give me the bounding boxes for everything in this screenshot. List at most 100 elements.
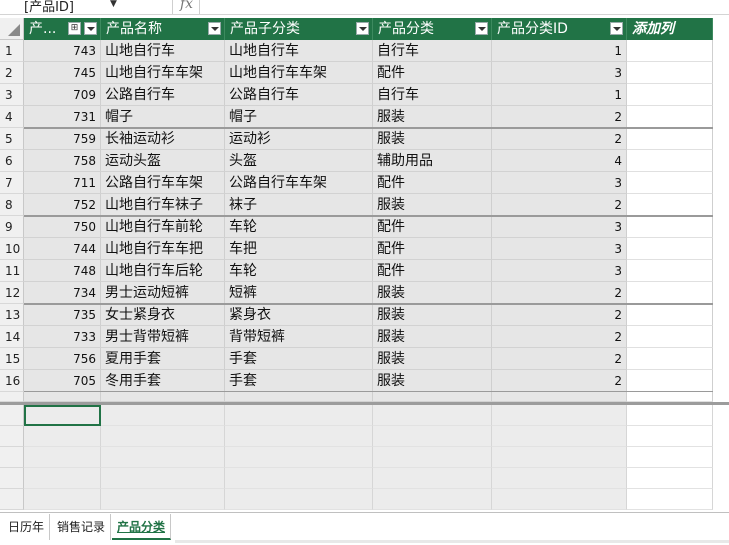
cell-product-name[interactable]: 山地自行车 [101,40,225,62]
row-number[interactable]: 13 [0,304,24,326]
row-number[interactable]: 12 [0,282,24,304]
calc-area-cell[interactable] [492,447,627,468]
cell-product-name[interactable]: 男士运动短裤 [101,282,225,304]
cell-product-category-id[interactable]: 3 [492,62,627,84]
cell-product-subcategory[interactable]: 手套 [225,370,373,392]
cell-product-category-id[interactable]: 2 [492,128,627,150]
cell-product-name[interactable]: 山地自行车车把 [101,238,225,260]
calc-area-cell[interactable] [24,426,101,447]
cell-product-category-id[interactable]: 2 [492,348,627,370]
calc-area-cell[interactable] [492,489,627,510]
calc-area-cell[interactable] [492,405,627,426]
cell-product-subcategory[interactable]: 短裤 [225,282,373,304]
row-number[interactable]: 3 [0,84,24,106]
cell-product-name[interactable]: 山地自行车前轮 [101,216,225,238]
cell-product-category-id[interactable]: 2 [492,304,627,326]
cell-add-column[interactable] [627,150,713,172]
calc-area-cell[interactable] [24,489,101,510]
row-number[interactable]: 6 [0,150,24,172]
cell-product-subcategory[interactable]: 车把 [225,238,373,260]
cell-product-category[interactable]: 辅助用品 [373,150,492,172]
add-column-header[interactable]: 添加列 [627,18,713,40]
cell-add-column[interactable] [627,84,713,106]
row-number[interactable]: 4 [0,106,24,128]
calc-area-cell[interactable] [101,468,225,489]
cell-product-category[interactable]: 配件 [373,172,492,194]
row-number[interactable]: 10 [0,238,24,260]
cell-product-category-id[interactable]: 4 [492,150,627,172]
row-number[interactable]: 16 [0,370,24,392]
cell-product-category-id[interactable]: 2 [492,106,627,128]
cell-product-id[interactable]: 756 [24,348,101,370]
cell-product-subcategory[interactable]: 袜子 [225,194,373,216]
cell-add-column[interactable] [627,260,713,282]
cell-product-category[interactable]: 配件 [373,260,492,282]
cell-product-id[interactable]: 745 [24,62,101,84]
row-number[interactable]: 5 [0,128,24,150]
cell-product-id[interactable]: 750 [24,216,101,238]
row-number[interactable]: 14 [0,326,24,348]
calc-area-cell[interactable] [101,426,225,447]
tab-sales-records[interactable]: 销售记录 [52,514,112,540]
calc-area-cell[interactable] [225,468,373,489]
cell-product-subcategory[interactable]: 背带短裤 [225,326,373,348]
cell-product-id[interactable]: 759 [24,128,101,150]
cell-add-column[interactable] [627,348,713,370]
cell-product-name[interactable]: 公路自行车车架 [101,172,225,194]
cell-product-name[interactable]: 山地自行车后轮 [101,260,225,282]
cell-product-name[interactable]: 山地自行车车架 [101,62,225,84]
cell-product-id[interactable]: 733 [24,326,101,348]
cell-product-id[interactable]: 758 [24,150,101,172]
cell-product-name[interactable]: 女士紧身衣 [101,304,225,326]
filter-dropdown-icon[interactable] [208,22,221,35]
cell-product-category-id[interactable]: 2 [492,282,627,304]
row-number[interactable]: 9 [0,216,24,238]
column-header-product-category-id[interactable]: 产品分类ID [492,18,627,40]
cell-add-column[interactable] [627,216,713,238]
cell-product-category[interactable]: 配件 [373,216,492,238]
row-number[interactable]: 2 [0,62,24,84]
calc-area-cell[interactable] [373,447,492,468]
cell-product-category-id[interactable]: 1 [492,40,627,62]
calc-area-cell[interactable] [225,405,373,426]
cell-product-id[interactable]: 744 [24,238,101,260]
cell-product-name[interactable]: 公路自行车 [101,84,225,106]
cell-product-subcategory[interactable]: 帽子 [225,106,373,128]
cell-product-name[interactable]: 冬用手套 [101,370,225,392]
calc-area-cell[interactable] [373,468,492,489]
row-number[interactable]: 1 [0,40,24,62]
cell-product-subcategory[interactable]: 公路自行车车架 [225,172,373,194]
cell-product-name[interactable]: 男士背带短裤 [101,326,225,348]
cell-product-category[interactable]: 配件 [373,238,492,260]
name-box[interactable]: [产品ID] ▼ [24,0,120,15]
filter-dropdown-icon[interactable] [475,22,488,35]
cell-product-id[interactable]: 711 [24,172,101,194]
cell-product-category[interactable]: 服装 [373,326,492,348]
column-header-product-subcategory[interactable]: 产品子分类 [225,18,373,40]
cell-product-subcategory[interactable]: 手套 [225,348,373,370]
cell-product-category-id[interactable]: 3 [492,216,627,238]
cell-add-column[interactable] [627,304,713,326]
row-number[interactable]: 11 [0,260,24,282]
calc-area-cell[interactable] [492,468,627,489]
cell-product-subcategory[interactable]: 车轮 [225,260,373,282]
filter-dropdown-icon[interactable] [356,22,369,35]
calc-area-cell[interactable] [225,426,373,447]
calc-area-cell[interactable] [373,489,492,510]
column-header-product-name[interactable]: 产品名称 [101,18,225,40]
cell-product-category[interactable]: 自行车 [373,40,492,62]
cell-product-category[interactable]: 服装 [373,282,492,304]
cell-add-column[interactable] [627,62,713,84]
calc-area-cell[interactable] [627,426,713,447]
column-header-product-id[interactable]: 产... ⊞ [24,18,101,40]
calc-area-cell[interactable] [24,447,101,468]
cell-product-category-id[interactable]: 2 [492,370,627,392]
cell-product-category-id[interactable]: 3 [492,260,627,282]
cell-product-category-id[interactable]: 2 [492,194,627,216]
calc-area-cell[interactable] [24,468,101,489]
cell-product-id[interactable]: 731 [24,106,101,128]
cell-product-name[interactable]: 帽子 [101,106,225,128]
cell-add-column[interactable] [627,40,713,62]
cell-product-category-id[interactable]: 3 [492,238,627,260]
calc-area-cell[interactable] [101,447,225,468]
